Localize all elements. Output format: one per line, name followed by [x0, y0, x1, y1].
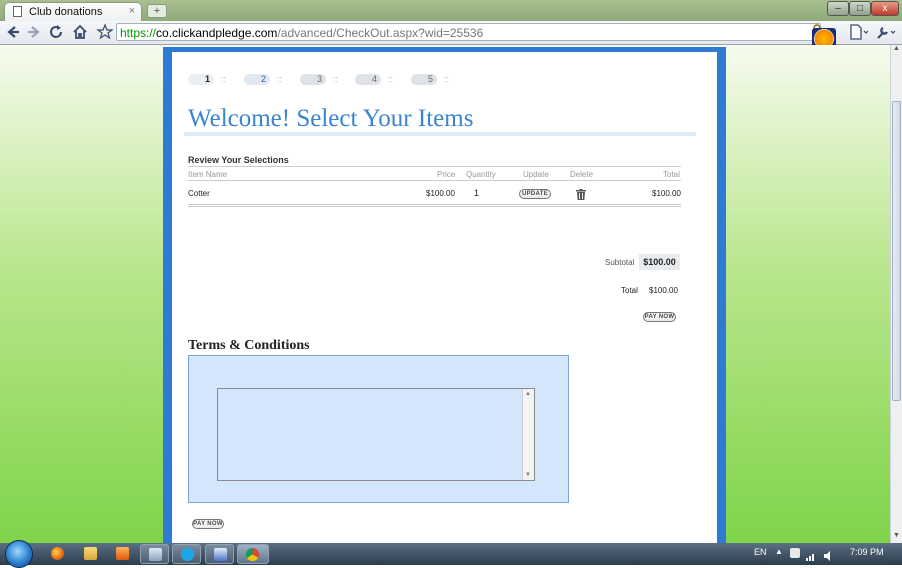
address-bar[interactable]: https://co.clickandpledge.com/advanced/C…	[116, 23, 821, 41]
step-separator: ::	[221, 74, 227, 84]
scroll-up-icon[interactable]: ▲	[891, 45, 902, 56]
scroll-down-icon[interactable]: ▼	[891, 532, 902, 543]
review-section-title: Review Your Selections	[188, 155, 289, 165]
show-hidden-icons-icon[interactable]: ▲	[775, 547, 783, 556]
title-underline	[184, 132, 696, 136]
step-4[interactable]: 4	[355, 74, 381, 85]
page-scrollbar[interactable]: ▲ ▼	[890, 45, 902, 543]
divider	[188, 166, 681, 167]
item-quantity[interactable]: 1	[474, 188, 479, 198]
terms-panel: ▲ ▼	[188, 355, 569, 503]
step-1[interactable]: 1	[188, 74, 214, 85]
home-icon[interactable]	[71, 23, 89, 41]
taskbar-media-player[interactable]	[108, 544, 137, 564]
column-header-update: Update	[523, 170, 549, 179]
tab-club-donations[interactable]: Club donations ×	[4, 2, 142, 21]
column-header-item-name: Item Name	[188, 170, 228, 179]
terms-scrollbar[interactable]: ▲ ▼	[522, 389, 534, 480]
forward-arrow-icon[interactable]	[25, 23, 43, 41]
url-path: /advanced/CheckOut.aspx?wid=25536	[277, 26, 484, 40]
word-icon	[214, 548, 227, 561]
tab-close-icon[interactable]: ×	[129, 5, 135, 17]
column-header-quantity: Quantity	[466, 170, 496, 179]
total-label: Total	[621, 286, 638, 295]
window-icon	[149, 548, 162, 561]
browser-toolbar: https://co.clickandpledge.com/advanced/C…	[0, 21, 902, 45]
skype-icon	[181, 548, 194, 561]
taskbar-clock[interactable]: 7:09 PM	[850, 547, 884, 557]
pay-now-button[interactable]: PAY NOW	[643, 312, 676, 322]
update-button[interactable]: UPDATE	[519, 189, 551, 199]
trash-icon[interactable]	[576, 187, 586, 200]
chrome-icon	[246, 548, 259, 561]
checkout-page: 1 :: 2 :: 3 :: 4 :: 5 :: Welcome! Select…	[172, 52, 717, 543]
taskbar-firefox[interactable]	[43, 544, 72, 564]
back-arrow-icon[interactable]	[4, 23, 22, 41]
start-button[interactable]	[5, 540, 33, 568]
taskbar-word[interactable]	[205, 544, 234, 564]
url-scheme: https://	[120, 26, 157, 40]
bookmark-star-icon[interactable]	[96, 23, 114, 41]
scroll-up-icon[interactable]: ▲	[525, 391, 531, 397]
battery-icon[interactable]	[790, 548, 800, 558]
wrench-menu-icon[interactable]	[875, 23, 897, 41]
step-separator: ::	[444, 74, 450, 84]
reload-icon[interactable]	[47, 23, 65, 41]
item-total: $100.00	[652, 189, 681, 198]
step-3[interactable]: 3	[300, 74, 326, 85]
taskbar-skype[interactable]	[172, 544, 201, 564]
network-icon[interactable]	[806, 548, 816, 561]
new-tab-button[interactable]: +	[147, 4, 167, 18]
folder-icon	[84, 547, 97, 560]
page-icon	[13, 6, 22, 17]
scroll-down-icon[interactable]: ▼	[525, 472, 531, 478]
column-header-total: Total	[663, 170, 680, 179]
page-menu-icon[interactable]	[848, 23, 870, 41]
terms-textarea[interactable]: ▲ ▼	[217, 388, 535, 481]
browser-title-bar: Club donations × + – □ x	[0, 0, 902, 21]
scrollbar-thumb[interactable]	[892, 101, 901, 401]
taskbar-app-window[interactable]	[140, 544, 169, 564]
taskbar-chrome[interactable]	[237, 544, 269, 564]
close-window-button[interactable]: x	[871, 1, 899, 16]
step-5[interactable]: 5	[411, 74, 437, 85]
step-2[interactable]: 2	[244, 74, 270, 85]
divider	[188, 180, 681, 181]
maximize-button[interactable]: □	[849, 1, 871, 16]
page-title: Welcome! Select Your Items	[188, 105, 474, 132]
minimize-button[interactable]: –	[827, 1, 849, 16]
pay-now-button-bottom[interactable]: PAY NOW	[192, 519, 224, 529]
terms-title: Terms & Conditions	[188, 338, 310, 353]
column-header-price: Price	[437, 170, 456, 179]
subtotal-value: $100.00	[639, 254, 680, 270]
item-name: Cotter	[188, 189, 210, 198]
total-value: $100.00	[649, 286, 678, 295]
item-price: $100.00	[426, 189, 455, 198]
divider	[188, 204, 681, 207]
media-player-icon	[116, 547, 129, 560]
step-separator: ::	[388, 74, 394, 84]
column-header-delete: Delete	[570, 170, 594, 179]
step-separator: ::	[277, 74, 283, 84]
language-indicator[interactable]: EN	[754, 547, 767, 557]
volume-icon[interactable]	[824, 548, 834, 561]
tab-title: Club donations	[29, 6, 103, 18]
taskbar-explorer[interactable]	[76, 544, 105, 564]
subtotal-label: Subtotal	[605, 258, 635, 267]
firefox-icon	[51, 547, 64, 560]
page-viewport: 1 :: 2 :: 3 :: 4 :: 5 :: Welcome! Select…	[0, 45, 890, 543]
url-host: co.clickandpledge.com	[156, 26, 278, 40]
windows-taskbar: EN ▲ 7:09 PM	[0, 540, 902, 568]
step-separator: ::	[333, 74, 339, 84]
